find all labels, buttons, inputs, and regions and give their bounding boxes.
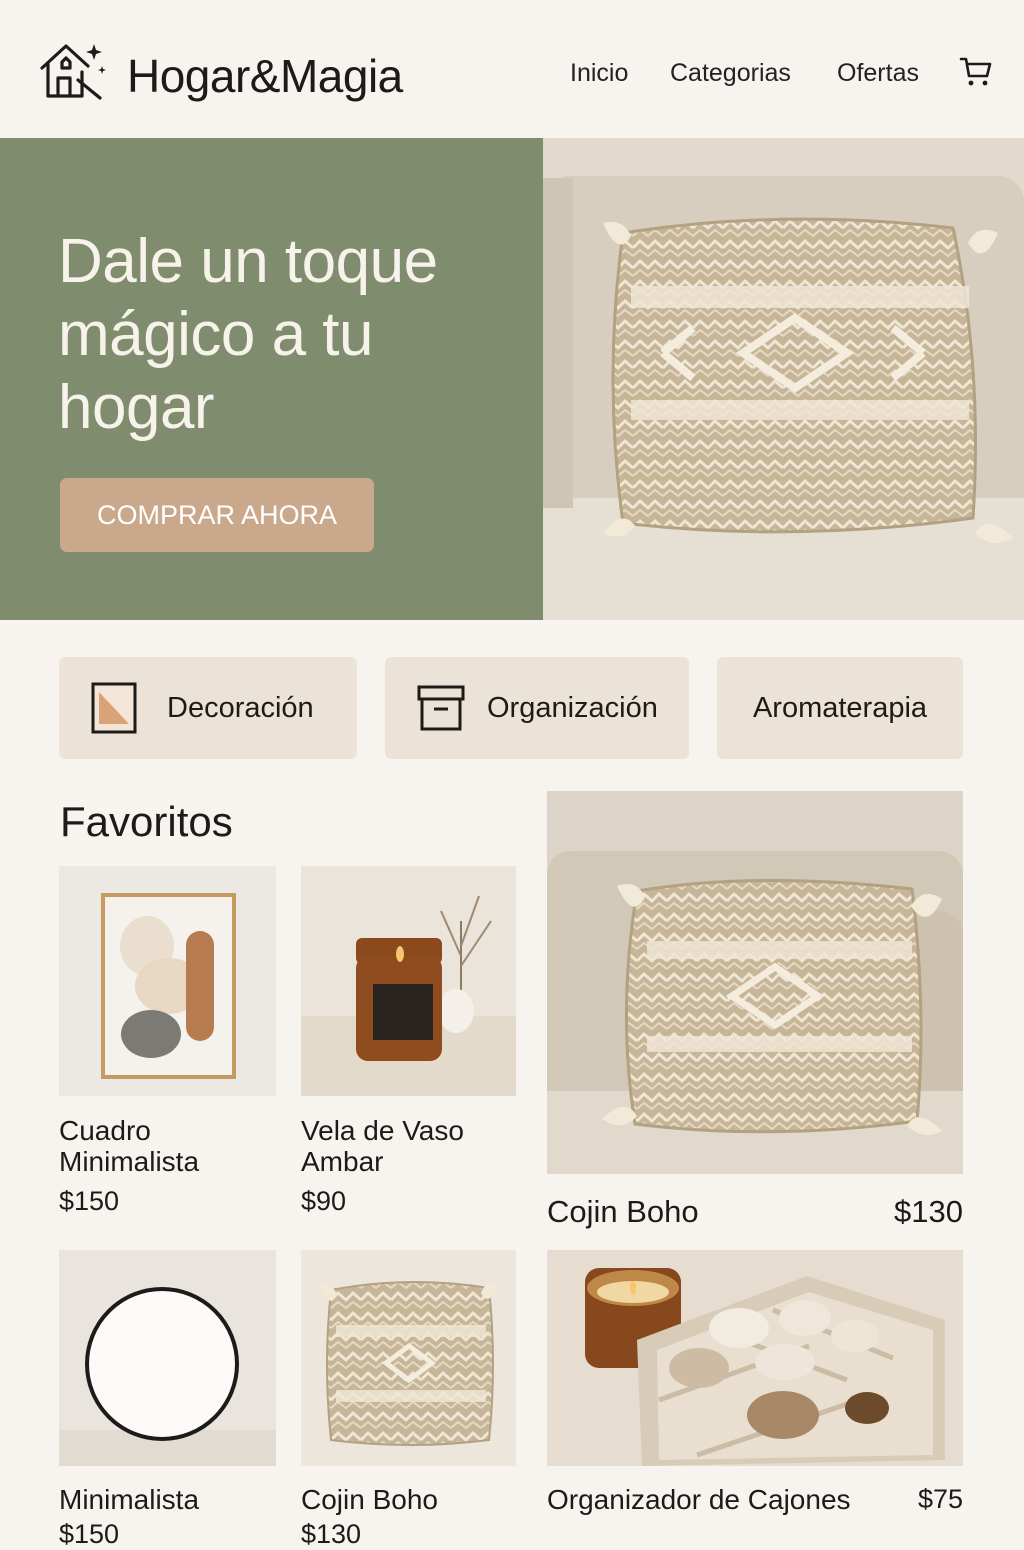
product-price: $130	[301, 1519, 362, 1549]
product-image-drawer-organizer[interactable]	[547, 1250, 963, 1466]
product-name[interactable]: Minimalista	[59, 1484, 199, 1515]
category-label: Aromaterapia	[752, 691, 928, 724]
product-image-boho-pillow[interactable]	[547, 791, 963, 1174]
brand-name[interactable]: Hogar&Magia	[127, 48, 403, 104]
product-name[interactable]: Vela de Vaso Ambar	[301, 1115, 516, 1177]
category-label: Organización	[487, 691, 658, 724]
product-name[interactable]: Cuadro Minimalista	[59, 1115, 274, 1177]
category-label: Decoración	[167, 691, 314, 724]
product-name[interactable]: Organizador de Cajones	[547, 1484, 851, 1515]
frame-icon	[91, 682, 137, 734]
product-price: $130	[894, 1194, 963, 1229]
buy-now-button[interactable]: COMPRAR AHORA	[60, 478, 374, 552]
favorites-title: Favoritos	[60, 798, 233, 845]
boho-pillow-image	[543, 138, 1024, 620]
product-name[interactable]: Cojin Boho	[301, 1484, 438, 1515]
nav-categorias[interactable]: Categorias	[670, 58, 791, 88]
category-organizacion[interactable]: Organización	[385, 657, 689, 759]
category-aromaterapia[interactable]: Aromaterapia	[717, 657, 963, 759]
product-image-framed-art[interactable]	[59, 866, 276, 1096]
hero-title: Dale un toque mágico a tu hogar	[58, 227, 438, 442]
category-decoracion[interactable]: Decoración	[59, 657, 357, 759]
product-image-boho-pillow-small[interactable]	[301, 1250, 516, 1466]
product-price: $150	[59, 1186, 120, 1216]
product-image-amber-candle[interactable]	[301, 866, 516, 1096]
product-image-round-mirror[interactable]	[59, 1250, 276, 1466]
product-price: $90	[301, 1186, 347, 1216]
product-price: $75	[917, 1484, 963, 1514]
product-price: $150	[59, 1519, 120, 1549]
magic-house-icon	[40, 44, 106, 100]
nav-ofertas[interactable]: Ofertas	[837, 58, 919, 88]
nav-inicio[interactable]: Inicio	[570, 58, 628, 88]
product-name[interactable]: Cojin Boho	[547, 1196, 699, 1227]
shopping-cart-icon[interactable]	[958, 54, 994, 90]
box-icon	[417, 685, 465, 731]
